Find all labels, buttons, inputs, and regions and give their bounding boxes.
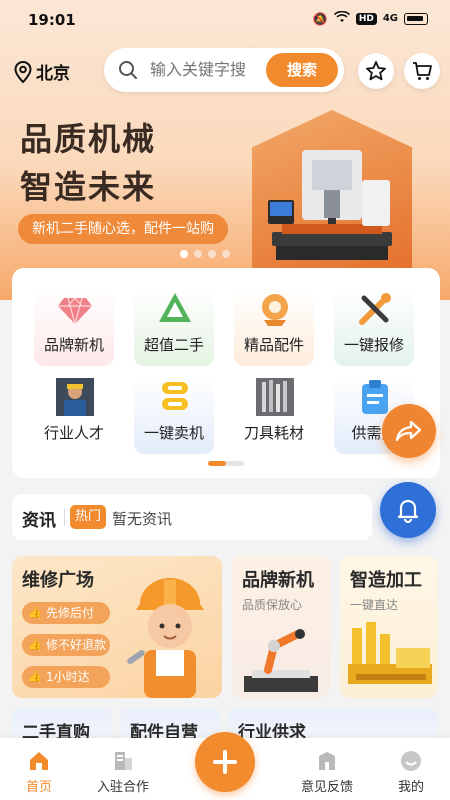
pagination-dot[interactable]: [180, 250, 188, 258]
status-time: 19:01: [28, 11, 76, 29]
building-icon: [115, 752, 132, 770]
category-talent[interactable]: 行业人才: [34, 376, 114, 454]
location-pin-icon: [14, 60, 32, 83]
cart-button[interactable]: [404, 53, 440, 89]
plus-icon: [213, 750, 237, 774]
location-selector[interactable]: 北京: [14, 59, 70, 84]
category-sell[interactable]: 一键卖机: [134, 376, 214, 454]
news-bar[interactable]: 资讯 热门 暂无资讯: [12, 494, 372, 540]
category-label: 超值二手: [143, 336, 204, 354]
share-arrow-icon: [395, 420, 422, 442]
mute-icon: 🔕: [312, 11, 328, 26]
banner-title-line1: 品质机械: [20, 120, 157, 158]
signal-icon: 4G: [382, 13, 398, 24]
category-grid: 品牌新机 超值二手 精品配件 一键报修 行业人才 一键卖机 刀具耗材 供需大: [12, 268, 440, 478]
tab-join[interactable]: 入驻合作: [88, 744, 158, 796]
category-label: 精品配件: [243, 336, 304, 354]
coin-stack-icon: [162, 382, 188, 410]
repair-card-title: 维修广场: [22, 570, 94, 591]
banner-pagination: [180, 250, 230, 258]
repairman-mascot-image: [127, 578, 204, 698]
profile-icon: [401, 751, 421, 771]
status-icons: 🔕 HD 4G: [312, 10, 428, 26]
tab-mine-label: 我的: [397, 780, 424, 795]
banner-title-line2: 智造未来: [20, 168, 157, 206]
search-icon: [119, 61, 137, 79]
category-parts[interactable]: 精品配件: [234, 288, 314, 366]
share-button[interactable]: [382, 404, 436, 458]
cnc-machine-image: [268, 150, 392, 260]
news-text: 暂无资讯: [112, 510, 173, 528]
brand-new-card[interactable]: 品牌新机 品质保放心: [232, 556, 330, 698]
tab-feedback[interactable]: 意见反馈: [292, 744, 362, 796]
tab-home[interactable]: 首页: [4, 744, 74, 796]
robot-arm-image: [244, 629, 318, 692]
cart-icon: [413, 62, 432, 80]
tag-refund: 修不好退款: [22, 634, 110, 656]
wrench-tools-icon: [359, 293, 391, 325]
pagination-dot[interactable]: [208, 250, 216, 258]
home-icon: [30, 752, 48, 770]
location-label: 北京: [36, 64, 70, 84]
brand-card-subtitle: 品质保放心: [242, 598, 303, 612]
category-label: 刀具耗材: [243, 424, 304, 442]
repair-square-card[interactable]: 维修广场 先修后付 修不好退款 1小时达: [12, 556, 222, 698]
tab-join-label: 入驻合作: [96, 780, 149, 795]
tag-pay-after-repair: 先修后付: [22, 602, 110, 624]
category-label: 行业人才: [43, 424, 104, 442]
star-icon: [366, 61, 386, 81]
promo-banner[interactable]: 品质机械 智造未来 新机二手随心选，配件一站购: [0, 100, 450, 280]
diamond-icon: [58, 297, 92, 327]
category-tools[interactable]: 刀具耗材: [234, 376, 314, 454]
factory-image: [348, 622, 432, 684]
news-divider: [64, 508, 65, 526]
clipboard-icon: [362, 380, 388, 414]
banner-slogan: 新机二手随心选，配件一站购: [18, 214, 228, 244]
search-bar: 搜索: [104, 48, 344, 92]
search-input[interactable]: [150, 48, 270, 92]
publish-plus-button[interactable]: [195, 732, 255, 792]
tag-one-hour: 1小时达: [22, 666, 110, 688]
hot-badge: 热门: [70, 505, 106, 529]
top-header: 北京 搜索: [0, 44, 450, 100]
gear-part-icon: [262, 294, 288, 326]
category-label: 品牌新机: [43, 336, 104, 354]
battery-icon: [404, 12, 428, 25]
manufacture-card-subtitle: 一键直达: [350, 598, 399, 612]
manufacture-card-title: 智造加工: [350, 570, 422, 591]
worker-photo-icon: [56, 378, 94, 416]
category-label: 一键卖机: [143, 424, 204, 442]
brand-card-title: 品牌新机: [242, 570, 314, 591]
cutting-tools-photo-icon: [256, 378, 294, 416]
news-title: 资讯: [22, 511, 56, 531]
tab-mine[interactable]: 我的: [376, 744, 446, 796]
hd-icon: HD: [355, 12, 377, 25]
pagination-dot[interactable]: [222, 250, 230, 258]
tab-feedback-label: 意见反馈: [300, 780, 353, 795]
category-repair[interactable]: 一键报修: [334, 288, 414, 366]
wifi-icon: [333, 10, 350, 26]
category-brand-new[interactable]: 品牌新机: [34, 288, 114, 366]
recycle-triangle-icon: [159, 293, 191, 322]
notification-button[interactable]: [380, 482, 436, 538]
tab-home-label: 首页: [25, 780, 52, 795]
feedback-icon: [319, 752, 335, 770]
search-button[interactable]: 搜索: [266, 53, 338, 87]
bell-icon: [397, 499, 419, 524]
grid-scroll-indicator: [208, 461, 244, 466]
category-used[interactable]: 超值二手: [134, 288, 214, 366]
pagination-dot[interactable]: [194, 250, 202, 258]
status-bar: 19:01 🔕 HD 4G: [0, 0, 450, 40]
favorites-button[interactable]: [358, 53, 394, 89]
category-label: 一键报修: [343, 336, 404, 354]
manufacture-card[interactable]: 智造加工 一键直达: [340, 556, 438, 698]
